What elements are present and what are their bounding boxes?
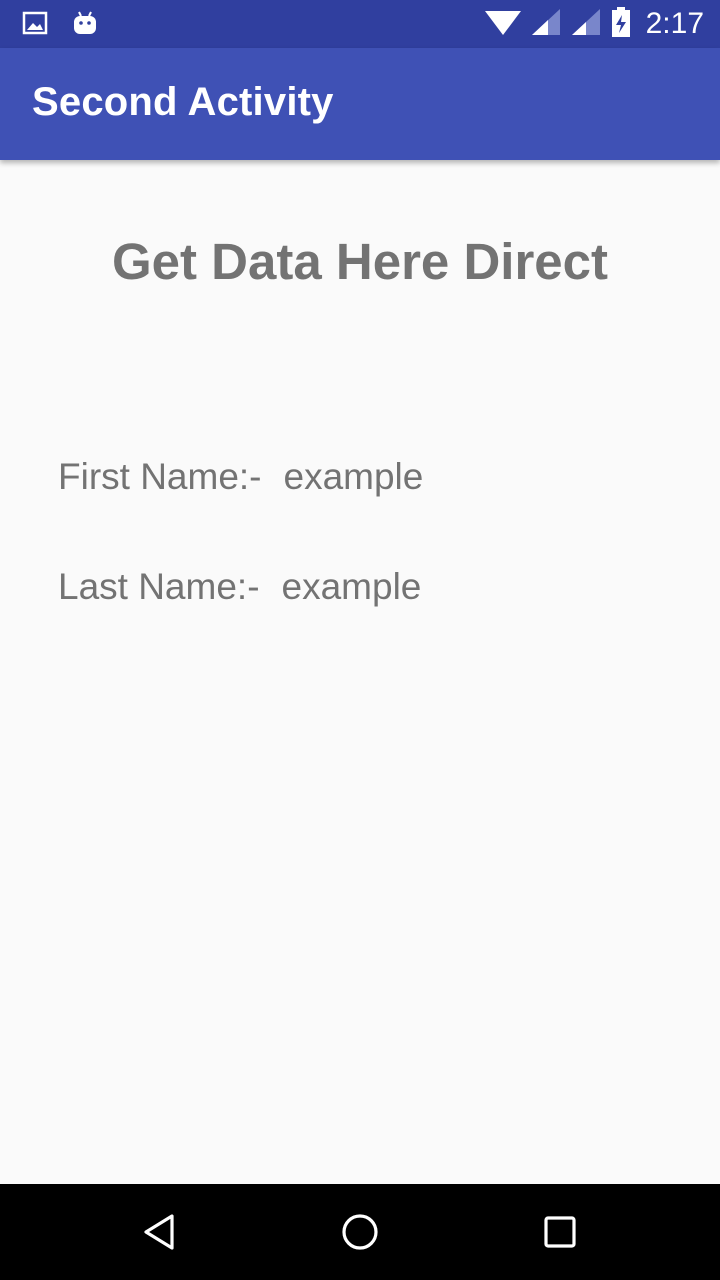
last-name-label: Last Name:- [58,566,260,607]
back-icon [144,1214,174,1250]
app-title: Second Activity [32,80,334,124]
main-content: Get Data Here Direct First Name:- example… [0,160,720,1184]
system-icons: 2:17 [484,6,704,42]
android-notification-icon [72,10,98,41]
app-bar: Second Activity [0,48,720,160]
recents-icon [544,1216,576,1248]
first-name-label: First Name:- [58,456,262,497]
status-clock: 2:17 [645,7,704,40]
recents-button[interactable] [536,1208,584,1256]
signal-icon [530,7,562,42]
back-button[interactable] [136,1208,184,1256]
first-name-row: First Name:- example [58,456,423,498]
first-name-value: example [283,456,424,497]
status-bar: 2:17 [0,0,720,48]
last-name-value: example [281,566,422,607]
battery-icon [610,6,632,43]
last-name-row: Last Name:- example [58,566,421,608]
signal-icon-2 [570,7,602,42]
page-heading: Get Data Here Direct [111,233,609,290]
navigation-bar [0,1184,720,1280]
wifi-icon [484,7,522,42]
image-notification-icon [22,10,48,41]
notification-icons [22,10,98,41]
home-icon [342,1214,378,1250]
home-button[interactable] [336,1208,384,1256]
